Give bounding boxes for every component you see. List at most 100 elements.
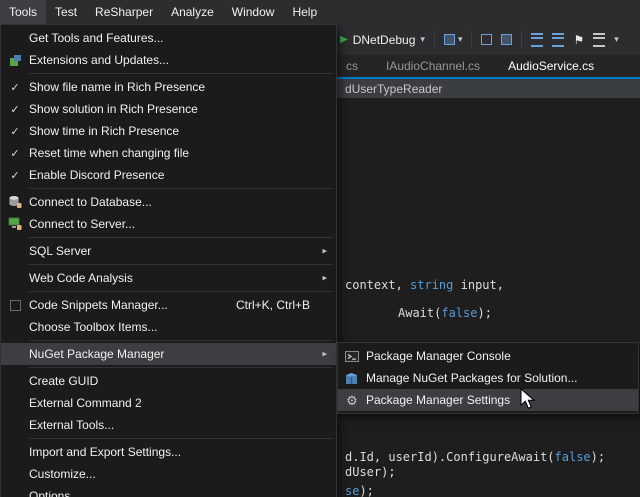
start-debugging-button[interactable]: ▶ DNetDebug ▾ xyxy=(340,33,425,47)
menu-item-get-tools-and-features[interactable]: Get Tools and Features... xyxy=(1,27,336,49)
toolbar-separator xyxy=(471,31,472,49)
menu-item-sql-server[interactable]: SQL Server▸ xyxy=(1,240,336,262)
menu-item-manage-nuget-packages-for-solution[interactable]: Manage NuGet Packages for Solution... xyxy=(338,367,638,389)
menu-item-code-snippets-manager[interactable]: Code Snippets Manager...Ctrl+K, Ctrl+B xyxy=(1,294,336,316)
task-list-button[interactable] xyxy=(593,33,605,47)
menu-item-choose-toolbox-items[interactable]: Choose Toolbox Items... xyxy=(1,316,336,338)
menu-item-label: Show file name in Rich Presence xyxy=(29,80,310,94)
code-text: false xyxy=(441,306,477,320)
nuget-package-manager-submenu: Package Manager ConsoleManage NuGet Pack… xyxy=(337,342,639,414)
menu-item-label: Reset time when changing file xyxy=(29,146,310,160)
console-icon xyxy=(338,349,366,362)
menu-item-package-manager-settings[interactable]: ⚙Package Manager Settings xyxy=(338,389,638,411)
menu-item-label: Connect to Database... xyxy=(29,195,310,209)
code-line: se); xyxy=(345,484,374,497)
debug-target-label: DNetDebug xyxy=(353,33,416,47)
menubar-item-analyze[interactable]: Analyze xyxy=(162,0,223,24)
visual-studio-window: context, string input,Await(false);d.Id,… xyxy=(0,0,640,497)
increase-indent-button[interactable] xyxy=(552,33,564,47)
menu-item-show-file-name-in-rich-presence[interactable]: ✓Show file name in Rich Presence xyxy=(1,76,336,98)
menu-item-web-code-analysis[interactable]: Web Code Analysis▸ xyxy=(1,267,336,289)
tools-menu: Get Tools and Features... Extensions and … xyxy=(0,24,337,497)
menu-item-label: Enable Discord Presence xyxy=(29,168,310,182)
code-text: false xyxy=(555,450,591,464)
check-icon: ✓ xyxy=(1,103,29,116)
manage-packages-icon xyxy=(338,371,366,384)
gear-icon: ⚙ xyxy=(338,394,366,407)
menu-item-extensions-and-updates[interactable]: Extensions and Updates... xyxy=(1,49,336,71)
code-text: Await( xyxy=(398,306,441,320)
tab-iaudiochannel[interactable]: IAudioChannel.cs xyxy=(380,59,486,73)
save-all-icon xyxy=(501,34,512,45)
code-line: d.Id, userId).ConfigureAwait(false); xyxy=(345,450,605,464)
menu-separator xyxy=(29,367,333,368)
menu-item-label: Code Snippets Manager... xyxy=(29,298,212,312)
menu-item-external-command-2[interactable]: External Command 2 xyxy=(1,392,336,414)
code-text: ); xyxy=(477,306,491,320)
bookmark-icon: ⚑ xyxy=(573,33,584,47)
menu-item-label: External Tools... xyxy=(29,418,310,432)
menu-item-reset-time-when-changing-file[interactable]: ✓Reset time when changing file xyxy=(1,142,336,164)
code-text: se xyxy=(345,484,359,497)
toolbar-separator xyxy=(521,31,522,49)
menu-item-options[interactable]: Options... xyxy=(1,485,336,497)
menubar-item-help[interactable]: Help xyxy=(283,0,326,24)
extensions-icon xyxy=(1,53,29,66)
menu-item-customize[interactable]: Customize... xyxy=(1,463,336,485)
check-icon: ✓ xyxy=(1,81,29,94)
save-all-button[interactable] xyxy=(501,34,512,45)
toolbar-overflow-button[interactable]: ▾ xyxy=(614,34,619,45)
menu-item-show-time-in-rich-presence[interactable]: ✓Show time in Rich Presence xyxy=(1,120,336,142)
menubar-item-window[interactable]: Window xyxy=(223,0,284,24)
code-line: context, string input, xyxy=(345,278,504,292)
code-text: d.Id, userId).ConfigureAwait( xyxy=(345,450,555,464)
menubar-item-resharper[interactable]: ReSharper xyxy=(86,0,162,24)
menu-item-external-tools[interactable]: External Tools... xyxy=(1,414,336,436)
menubar-item-tools[interactable]: Tools xyxy=(0,0,46,24)
chevron-down-icon: ▾ xyxy=(614,34,619,45)
menu-separator xyxy=(29,291,333,292)
menu-item-label: Show solution in Rich Presence xyxy=(29,102,310,116)
menu-item-label: Connect to Server... xyxy=(29,217,310,231)
menu-item-label: Web Code Analysis xyxy=(29,271,310,285)
bookmark-button[interactable]: ⚑ xyxy=(573,33,584,47)
attach-debugger-button[interactable]: ▾ xyxy=(444,34,463,45)
menu-bar: Tools Test ReSharper Analyze Window Help xyxy=(0,0,640,24)
decrease-indent-button[interactable] xyxy=(531,33,543,47)
menu-separator xyxy=(29,264,333,265)
type-reader-dropdown[interactable]: dUserTypeReader xyxy=(345,82,442,96)
menubar-item-test[interactable]: Test xyxy=(46,0,86,24)
submenu-arrow-icon: ▸ xyxy=(322,349,327,360)
chevron-down-icon: ▾ xyxy=(420,34,425,45)
menu-separator xyxy=(29,438,333,439)
menu-item-label: SQL Server xyxy=(29,244,310,258)
check-icon: ✓ xyxy=(1,147,29,160)
menu-separator xyxy=(29,188,333,189)
menu-item-connect-to-server[interactable]: Connect to Server... xyxy=(1,213,336,235)
menu-item-create-guid[interactable]: Create GUID xyxy=(1,370,336,392)
menu-item-connect-to-database[interactable]: Connect to Database... xyxy=(1,191,336,213)
menu-item-label: NuGet Package Manager xyxy=(29,347,310,361)
menu-separator xyxy=(29,73,333,74)
snippets-icon xyxy=(1,298,29,311)
menu-item-label: Extensions and Updates... xyxy=(29,53,310,67)
menu-item-label: Customize... xyxy=(29,467,310,481)
tab-partial[interactable]: cs xyxy=(340,59,364,73)
increase-indent-icon xyxy=(552,33,564,47)
code-line: Await(false); xyxy=(398,306,492,320)
tab-audioservice[interactable]: AudioService.cs xyxy=(502,59,600,73)
open-file-button[interactable] xyxy=(481,34,492,45)
menu-item-import-and-export-settings[interactable]: Import and Export Settings... xyxy=(1,441,336,463)
attach-debugger-icon xyxy=(444,34,455,45)
menu-item-label: Package Manager Settings xyxy=(366,393,612,407)
menu-item-enable-discord-presence[interactable]: ✓Enable Discord Presence xyxy=(1,164,336,186)
decrease-indent-icon xyxy=(531,33,543,47)
menu-item-package-manager-console[interactable]: Package Manager Console xyxy=(338,345,638,367)
menu-item-show-solution-in-rich-presence[interactable]: ✓Show solution in Rich Presence xyxy=(1,98,336,120)
menu-item-nuget-package-manager[interactable]: NuGet Package Manager ▸ xyxy=(1,343,336,365)
server-icon xyxy=(1,217,29,231)
code-text: input, xyxy=(453,278,504,292)
open-file-icon xyxy=(481,34,492,45)
toolbar-content: ▶ DNetDebug ▾ ▾ ⚑ xyxy=(340,24,619,55)
menu-item-label: Options... xyxy=(29,489,310,497)
